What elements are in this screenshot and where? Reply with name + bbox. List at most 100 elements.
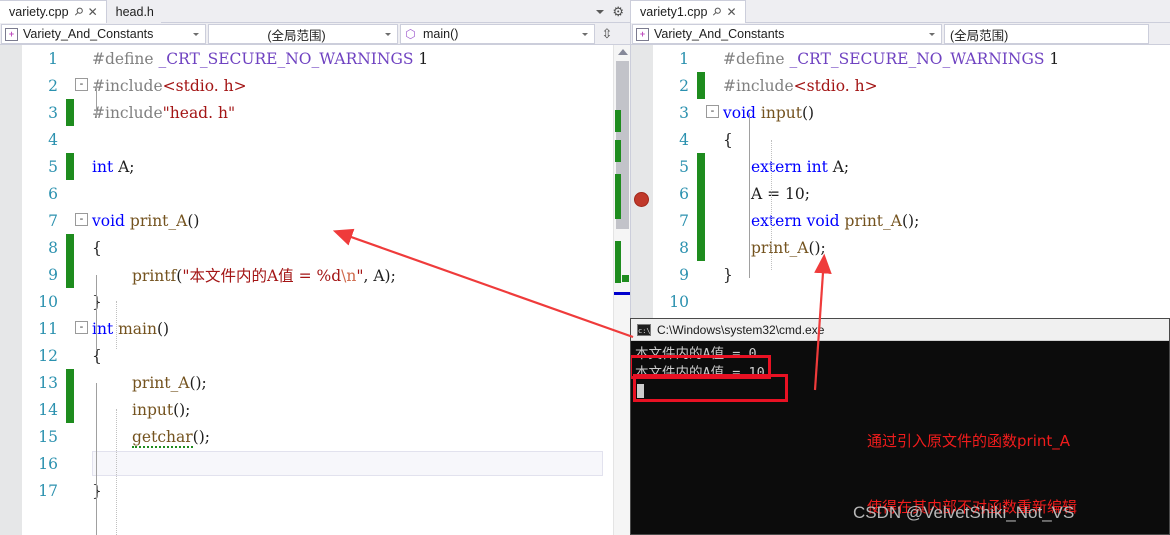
code-line[interactable]: 2 #include<stdio. h>: [653, 72, 1170, 99]
fold-margin[interactable]: [705, 72, 721, 99]
change-bar: [66, 99, 74, 126]
fold-margin[interactable]: [74, 450, 90, 477]
fold-margin[interactable]: [74, 288, 90, 315]
code-line[interactable]: 13 print_A();: [22, 369, 630, 396]
code-line[interactable]: 1 #define _CRT_SECURE_NO_WARNINGS 1: [22, 45, 630, 72]
fold-margin[interactable]: [74, 99, 90, 126]
code-line[interactable]: 3 - void input(): [653, 99, 1170, 126]
code-text: void print_A(): [90, 212, 630, 230]
pin-icon[interactable]: ⚲: [71, 5, 85, 19]
split-view-icon[interactable]: ⇳: [597, 24, 617, 43]
code-line[interactable]: 9 printf("本文件内的A值 = %d\n", A);: [22, 261, 630, 288]
collapse-icon[interactable]: -: [75, 321, 88, 334]
member-dropdown[interactable]: ⬡ main(): [400, 24, 595, 44]
scroll-up-arrow-icon[interactable]: [618, 49, 628, 55]
fold-margin[interactable]: [705, 153, 721, 180]
fold-margin[interactable]: [705, 261, 721, 288]
code-line[interactable]: 12 {: [22, 342, 630, 369]
code-line[interactable]: 14 input();: [22, 396, 630, 423]
code-token: _CRT_SECURE_NO_WARNINGS: [789, 49, 1045, 68]
code-line[interactable]: 3 #include"head. h": [22, 99, 630, 126]
close-icon[interactable]: ✕: [87, 6, 99, 18]
fold-margin[interactable]: [705, 207, 721, 234]
code-line[interactable]: 11 - int main(): [22, 315, 630, 342]
tab-variety1-cpp[interactable]: variety1.cpp ⚲ ✕: [631, 0, 746, 23]
code-line[interactable]: 5 int A;: [22, 153, 630, 180]
code-token: int: [92, 157, 119, 176]
code-line[interactable]: 5 extern int A;: [653, 153, 1170, 180]
code-token: input: [132, 400, 174, 419]
code-line[interactable]: 10: [653, 288, 1170, 315]
collapse-icon[interactable]: -: [706, 105, 719, 118]
fold-margin[interactable]: [74, 423, 90, 450]
change-bar: [697, 207, 705, 234]
fold-margin[interactable]: [74, 126, 90, 153]
close-icon[interactable]: ✕: [725, 6, 737, 18]
code-line[interactable]: 4: [22, 126, 630, 153]
console-window[interactable]: c:\ C:\Windows\system32\cmd.exe 本文件内的A值 …: [630, 318, 1170, 535]
code-text: #define _CRT_SECURE_NO_WARNINGS 1: [721, 50, 1170, 68]
fold-margin[interactable]: -: [74, 72, 90, 99]
code-line[interactable]: 9}: [653, 261, 1170, 288]
breakpoint-icon[interactable]: [634, 192, 649, 207]
code-line[interactable]: 15 getchar();: [22, 423, 630, 450]
fold-margin[interactable]: [74, 342, 90, 369]
code-token: print_A: [129, 211, 188, 230]
fold-margin[interactable]: -: [74, 207, 90, 234]
global-scope-dropdown[interactable]: (全局范围): [208, 24, 398, 44]
fold-margin[interactable]: [705, 45, 721, 72]
scope-dropdown[interactable]: + Variety_And_Constants: [632, 24, 942, 44]
fold-margin[interactable]: [74, 396, 90, 423]
fold-margin[interactable]: -: [74, 315, 90, 342]
code-line[interactable]: 7 extern void print_A();: [653, 207, 1170, 234]
code-line[interactable]: 10}: [22, 288, 630, 315]
global-scope-dropdown[interactable]: (全局范围): [944, 24, 1149, 44]
scope-dropdown[interactable]: + Variety_And_Constants: [1, 24, 206, 44]
left-code-lines[interactable]: 1 #define _CRT_SECURE_NO_WARNINGS 1 2- #inc…: [22, 45, 630, 535]
code-line[interactable]: 8{: [22, 234, 630, 261]
code-line[interactable]: 6 A = 10;: [653, 180, 1170, 207]
tab-variety-cpp[interactable]: variety.cpp ⚲ ✕: [0, 0, 107, 23]
code-text: printf("本文件内的A值 = %d\n", A);: [90, 264, 630, 286]
tab-head-h[interactable]: head.h: [106, 0, 161, 23]
fold-margin[interactable]: -: [705, 99, 721, 126]
fold-margin[interactable]: [74, 153, 90, 180]
fold-margin[interactable]: [705, 288, 721, 315]
code-line[interactable]: 2 - #include<stdio. h>: [22, 72, 630, 99]
code-line[interactable]: 16return 0;: [22, 450, 630, 477]
tab-label: variety1.cpp: [640, 5, 708, 19]
code-token: main: [118, 319, 157, 338]
fold-margin[interactable]: [705, 126, 721, 153]
collapse-icon[interactable]: -: [75, 78, 88, 91]
code-token: A;: [832, 157, 850, 176]
chevron-down-icon: [193, 32, 199, 36]
fold-margin[interactable]: [74, 477, 90, 504]
collapse-icon[interactable]: -: [75, 213, 88, 226]
code-line[interactable]: 7 - void print_A(): [22, 207, 630, 234]
left-code-editor[interactable]: 1 #define _CRT_SECURE_NO_WARNINGS 1 2- #inc…: [0, 45, 630, 535]
left-indicator-margin[interactable]: [0, 45, 22, 535]
fold-margin[interactable]: [74, 180, 90, 207]
tab-label: head.h: [115, 4, 154, 19]
code-token: print_A: [751, 238, 809, 257]
change-bar: [66, 396, 74, 423]
gear-icon[interactable]: ⚙: [612, 5, 624, 18]
code-line[interactable]: 4{: [653, 126, 1170, 153]
fold-margin[interactable]: [74, 45, 90, 72]
left-vertical-scrollbar[interactable]: [613, 45, 630, 535]
code-text: int A;: [90, 158, 630, 176]
code-line[interactable]: 1 #define _CRT_SECURE_NO_WARNINGS 1: [653, 45, 1170, 72]
code-line[interactable]: 8 print_A();: [653, 234, 1170, 261]
fold-margin[interactable]: [705, 234, 721, 261]
change-bar: [697, 45, 705, 72]
fold-margin[interactable]: [74, 261, 90, 288]
code-line[interactable]: 6: [22, 180, 630, 207]
pin-icon[interactable]: ⚲: [710, 5, 724, 19]
chevron-down-icon[interactable]: [596, 9, 605, 14]
code-token: \n: [341, 266, 357, 285]
fold-margin[interactable]: [74, 369, 90, 396]
code-line[interactable]: 17}: [22, 477, 630, 504]
line-number: 1: [679, 49, 689, 68]
fold-margin[interactable]: [705, 180, 721, 207]
fold-margin[interactable]: [74, 234, 90, 261]
